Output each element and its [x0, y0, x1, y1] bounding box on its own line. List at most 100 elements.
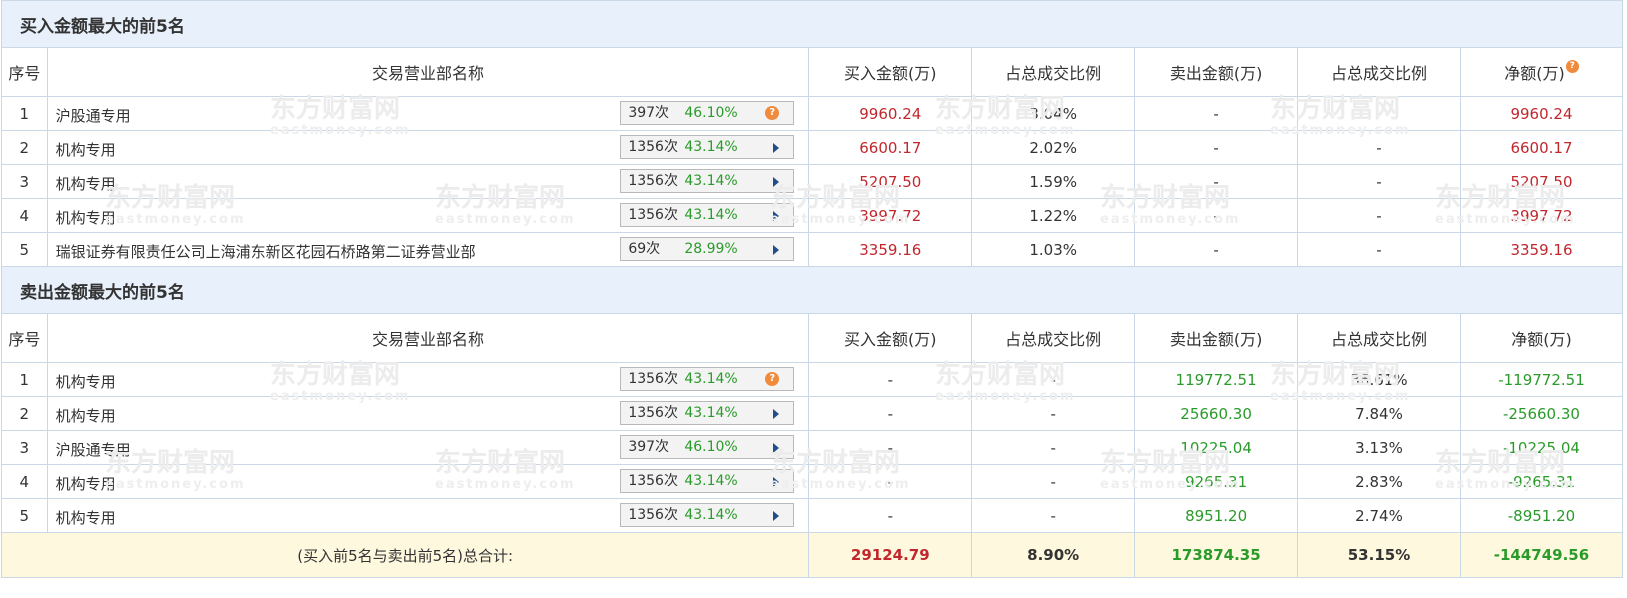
sell-section-title: 卖出金额最大的前5名 [1, 266, 1623, 314]
broker-win-rate: 43.14% [684, 473, 738, 489]
buy-ratio: 3.04% [971, 96, 1136, 131]
buy-ratio: 1.03% [971, 232, 1136, 267]
sell-ratio: 3.13% [1297, 430, 1461, 465]
buy-ratio: 1.59% [971, 164, 1136, 199]
broker-stats-button[interactable]: 1356次 43.14%? [620, 367, 795, 391]
sell-ratio: - [1297, 130, 1461, 165]
broker-name[interactable]: 机构专用 [56, 173, 116, 194]
arrow-icon[interactable] [773, 443, 780, 453]
broker-name[interactable]: 机构专用 [56, 473, 116, 494]
broker-name[interactable]: 机构专用 [56, 371, 116, 392]
buy-amount: - [808, 396, 973, 431]
sell-amount: - [1134, 198, 1299, 233]
header-no: 序号 [1, 313, 48, 363]
broker-cell: 机构专用 1356次 43.14% [46, 198, 810, 233]
broker-name[interactable]: 机构专用 [56, 507, 116, 528]
table-row: 3 机构专用 1356次 43.14% 5207.50 1.59% - -5207.50 [1, 164, 1624, 199]
help-icon[interactable]: ? [765, 106, 780, 120]
net-amount: -9265.31 [1459, 464, 1624, 499]
broker-cell: 沪股通专用 397次 46.10% [46, 430, 810, 465]
buy-ratio: - [971, 430, 1136, 465]
table-row: 2 机构专用 1356次 43.14% 6600.17 2.02% - -6600.17 [1, 130, 1624, 165]
broker-cell: 机构专用 1356次 43.14% [46, 498, 810, 533]
table-row: 5 机构专用 1356次 43.14% - -8951.20 2.74% -8951.20 [1, 498, 1624, 533]
header-net: 净额(万)? [1459, 47, 1624, 97]
broker-name[interactable]: 机构专用 [56, 207, 116, 228]
sell-ratio: 2.83% [1297, 464, 1461, 499]
broker-stats-button[interactable]: 397次 46.10% [620, 435, 795, 459]
sell-amount: - [1134, 96, 1299, 131]
broker-stats-button[interactable]: 1356次 43.14% [620, 135, 795, 159]
buy-amount: 9960.24 [808, 96, 973, 131]
broker-cell: 瑞银证券有限责任公司上海浦东新区花园石桥路第二证券营业部 69次 28.99% [46, 232, 810, 267]
header-net-label: 净额(万) [1504, 64, 1565, 83]
broker-cell: 机构专用 1356次 43.14% [46, 164, 810, 199]
broker-stats-button[interactable]: 1356次 43.14% [620, 401, 795, 425]
lhb-table: 买入金额最大的前5名 序号 交易营业部名称 买入金额(万) 占总成交比例 卖出金… [0, 0, 1624, 578]
broker-times: 397次 [628, 105, 670, 121]
arrow-icon[interactable] [773, 409, 780, 419]
broker-stats-button[interactable]: 1356次 43.14% [620, 169, 795, 193]
buy-ratio: 2.02% [971, 130, 1136, 165]
header-buy-ratio: 占总成交比例 [971, 313, 1136, 363]
broker-cell: 机构专用 1356次 43.14% [46, 464, 810, 499]
table-row: 2 机构专用 1356次 43.14% - -25660.30 7.84% -25660.30 [1, 396, 1624, 431]
broker-win-rate: 46.10% [684, 439, 738, 455]
broker-stats-button[interactable]: 397次 46.10%? [620, 101, 795, 125]
broker-times: 1356次 [628, 473, 678, 489]
net-amount: 3359.16 [1459, 232, 1624, 267]
buy-ratio: - [971, 396, 1136, 431]
arrow-icon[interactable] [773, 477, 780, 487]
sell-amount: - [1134, 164, 1299, 199]
buy-amount: - [808, 362, 973, 397]
header-buy-amount: 买入金额(万) [808, 47, 973, 97]
broker-name[interactable]: 机构专用 [56, 405, 116, 426]
broker-cell: 机构专用 1356次 43.14% [46, 396, 810, 431]
broker-stats-button[interactable]: 1356次 43.14% [620, 203, 795, 227]
buy-section-title: 买入金额最大的前5名 [1, 0, 1623, 48]
broker-times: 1356次 [628, 405, 678, 421]
broker-win-rate: 43.14% [684, 139, 738, 155]
net-amount: 5207.50 [1459, 164, 1624, 199]
arrow-icon[interactable] [773, 177, 780, 187]
broker-name[interactable]: 机构专用 [56, 139, 116, 160]
broker-win-rate: 43.14% [684, 507, 738, 523]
row-no: 4 [1, 198, 48, 233]
net-amount: 3997.72 [1459, 198, 1624, 233]
broker-stats-button[interactable]: 1356次 43.14% [620, 469, 795, 493]
sell-amount: - [1134, 232, 1299, 267]
total-buy-ratio: 8.90% [971, 532, 1136, 578]
buy-ratio: 1.22% [971, 198, 1136, 233]
net-amount: 9960.24 [1459, 96, 1624, 131]
broker-times: 1356次 [628, 173, 678, 189]
broker-cell: 机构专用 1356次 43.14%? [46, 362, 810, 397]
header-sell-ratio: 占总成交比例 [1297, 47, 1461, 97]
sell-amount: 8951.20 [1134, 498, 1299, 533]
broker-stats-button[interactable]: 69次 28.99% [620, 237, 795, 261]
header-sell-amount: 卖出金额(万) [1134, 47, 1299, 97]
net-help-icon[interactable]: ? [1565, 60, 1579, 73]
broker-times: 1356次 [628, 207, 678, 223]
broker-stats-button[interactable]: 1356次 43.14% [620, 503, 795, 527]
net-amount: -25660.30 [1459, 396, 1624, 431]
arrow-icon[interactable] [773, 245, 780, 255]
arrow-icon[interactable] [773, 143, 780, 153]
table-row: 4 机构专用 1356次 43.14% 3997.72 1.22% - -3997.72 [1, 198, 1624, 233]
help-icon[interactable]: ? [765, 372, 780, 386]
row-no: 1 [1, 362, 48, 397]
total-sell-ratio: 53.15% [1297, 532, 1461, 578]
buy-amount: 5207.50 [808, 164, 973, 199]
arrow-icon[interactable] [773, 211, 780, 221]
row-no: 1 [1, 96, 48, 131]
arrow-icon[interactable] [773, 511, 780, 521]
broker-times: 1356次 [628, 507, 678, 523]
broker-name[interactable]: 沪股通专用 [56, 439, 131, 460]
net-amount: 6600.17 [1459, 130, 1624, 165]
broker-name[interactable]: 沪股通专用 [56, 105, 131, 126]
buy-amount: 3997.72 [808, 198, 973, 233]
broker-times: 397次 [628, 439, 670, 455]
broker-cell: 机构专用 1356次 43.14% [46, 130, 810, 165]
broker-name[interactable]: 瑞银证券有限责任公司上海浦东新区花园石桥路第二证券营业部 [56, 241, 476, 262]
header-buy-ratio: 占总成交比例 [971, 47, 1136, 97]
sell-amount: 119772.51 [1134, 362, 1299, 397]
